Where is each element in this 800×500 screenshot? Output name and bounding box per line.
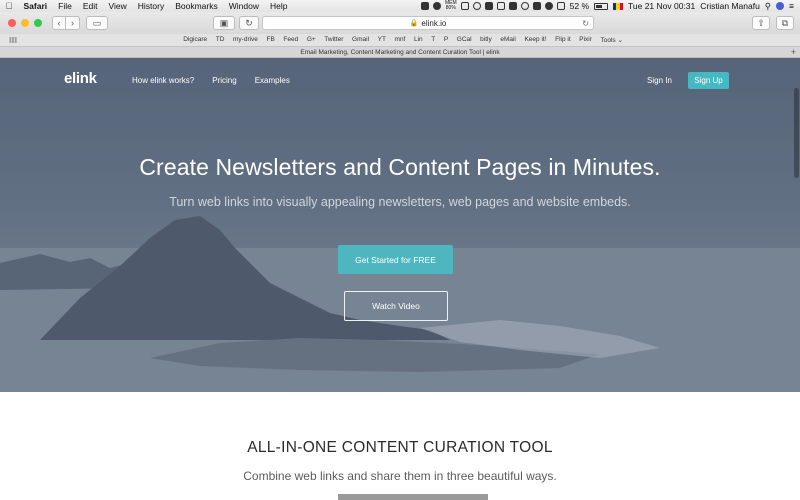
circle-icon[interactable] [472, 2, 481, 10]
favorite-link[interactable]: Gmail [348, 36, 374, 44]
siri-icon[interactable] [776, 2, 785, 10]
status-overlay [338, 494, 488, 500]
page-scrollbar[interactable] [792, 58, 800, 500]
favorite-link[interactable]: eMail [496, 36, 520, 44]
flag-icon[interactable] [613, 2, 623, 10]
favorite-link[interactable]: bitly [476, 36, 496, 44]
macos-menubar:  Safari File Edit View History Bookmark… [0, 0, 800, 12]
wifi-icon[interactable] [544, 2, 553, 10]
url-text[interactable]: elink.io [421, 19, 446, 28]
menu-help[interactable]: Help [264, 1, 292, 11]
window-controls [0, 19, 42, 27]
menu-history[interactable]: History [132, 1, 169, 11]
favorite-link[interactable]: G+ [303, 36, 320, 44]
browser-toolbar: ‹ › ▭ ▣ ↻ 🔒 elink.io ↻ ⇧ ⧉ [0, 12, 800, 34]
favorite-link[interactable]: TD [211, 36, 228, 44]
content-section: ALL-IN-ONE CONTENT CURATION TOOL Combine… [0, 392, 800, 500]
status-tray: MEM 80% 52 % Tue 21 Nov 00:31 Cristian Ma… [420, 1, 800, 12]
volume-icon[interactable] [556, 2, 565, 10]
favorite-link[interactable]: Pixir [575, 36, 596, 44]
menu-file[interactable]: File [53, 1, 78, 11]
nav-examples[interactable]: Examples [255, 76, 290, 85]
sidebar-toggle-button[interactable]: ▭ [86, 16, 108, 30]
lock-icon: 🔒 [409, 20, 419, 27]
battery-icon[interactable] [594, 2, 608, 10]
bluetooth-icon[interactable] [532, 2, 541, 10]
address-bar[interactable]: 🔒 elink.io ↻ [262, 16, 594, 30]
favorite-link[interactable]: Digicare [179, 36, 211, 44]
section-heading: ALL-IN-ONE CONTENT CURATION TOOL [247, 439, 553, 456]
favorite-link[interactable]: GCal [452, 36, 475, 44]
tab-title[interactable]: Email Marketing, Content Marketing and C… [300, 49, 499, 56]
clock-datetime[interactable]: Tue 21 Nov 00:31 [628, 1, 695, 11]
umbrella-icon[interactable] [484, 2, 493, 10]
menu-edit[interactable]: Edit [77, 1, 103, 11]
nav-how-it-works[interactable]: How elink works? [132, 76, 194, 85]
favorite-link[interactable]: Keep it! [520, 36, 551, 44]
memory-indicator[interactable]: MEM 80% [445, 1, 457, 11]
hero-section: elink How elink works? Pricing Examples … [0, 58, 800, 392]
close-window-button[interactable] [8, 19, 16, 27]
favorite-link[interactable]: P [440, 36, 453, 44]
section-text: Combine web links and share them in thre… [243, 469, 557, 483]
share-button[interactable]: ⇧ [752, 16, 770, 30]
favorite-link[interactable]: mnf [390, 36, 409, 44]
back-button[interactable]: ‹ [52, 16, 66, 30]
minimize-window-button[interactable] [21, 19, 29, 27]
favorite-link[interactable]: Twitter [320, 36, 348, 44]
camera-icon[interactable] [496, 2, 505, 10]
favorite-link[interactable]: YT [373, 36, 390, 44]
spotlight-icon[interactable]: ⚲ [765, 1, 771, 12]
favorite-link[interactable]: FB [262, 36, 279, 44]
hero-overlay [0, 58, 800, 392]
nav-links: How elink works? Pricing Examples [132, 76, 290, 85]
favorite-link[interactable]: Tools ⌄ [596, 36, 627, 44]
favorite-link[interactable]: T [427, 36, 440, 44]
hero-title: Create Newsletters and Content Pages in … [139, 154, 661, 180]
cloud-icon[interactable] [460, 2, 469, 10]
site-nav: elink How elink works? Pricing Examples … [0, 65, 800, 89]
scrollbar-thumb[interactable] [794, 88, 799, 178]
record-icon[interactable] [508, 2, 517, 10]
watch-video-button[interactable]: Watch Video [344, 291, 448, 321]
nav-pricing[interactable]: Pricing [212, 76, 236, 85]
apple-icon[interactable]:  [0, 1, 18, 11]
forward-button[interactable]: › [66, 16, 80, 30]
reload-extension-button[interactable]: ↻ [239, 16, 259, 30]
menu-bookmarks[interactable]: Bookmarks [170, 1, 224, 11]
history-nav: ‹ › [52, 16, 80, 30]
favorites-links: Digicare TD my-drive FB Feed G+ Twitter Gmail YT… [179, 36, 627, 44]
tabs-overview-button[interactable]: ⧉ [776, 16, 794, 30]
favorite-link[interactable]: Lin [410, 36, 427, 44]
clock-icon[interactable] [520, 2, 529, 10]
favorites-bar: Digicare TD my-drive FB Feed G+ Twitter Gmail YT… [0, 34, 800, 46]
menu-window[interactable]: Window [223, 1, 264, 11]
get-started-button[interactable]: Get Started for FREE [338, 245, 453, 274]
favorite-link[interactable]: my-drive [229, 36, 263, 44]
battery-percent: 52 % [569, 1, 589, 11]
sign-in-link[interactable]: Sign In [647, 76, 672, 85]
tray-icons: MEM 80% [420, 1, 565, 11]
menu-view[interactable]: View [103, 1, 132, 11]
hero-subtitle: Turn web links into visually appealing n… [169, 195, 631, 209]
app-icon[interactable] [432, 2, 441, 10]
elink-logo[interactable]: elink [64, 70, 97, 87]
zoom-window-button[interactable] [34, 19, 42, 27]
favorite-link[interactable]: Feed [279, 36, 302, 44]
extension-button[interactable]: ▣ [213, 16, 235, 30]
menu-safari[interactable]: Safari [18, 1, 53, 11]
user-name[interactable]: Cristian Manafu [700, 1, 760, 11]
dropbox-icon[interactable] [420, 2, 429, 10]
notification-center-icon[interactable]: ≡ [789, 1, 794, 11]
reload-icon[interactable]: ↻ [582, 19, 589, 28]
sign-up-button[interactable]: Sign Up [688, 72, 729, 89]
new-tab-button[interactable]: + [791, 47, 796, 57]
favorite-link[interactable]: Flip it [551, 36, 575, 44]
grid-icon[interactable] [9, 37, 17, 43]
tab-bar: Email Marketing, Content Marketing and C… [0, 46, 800, 58]
